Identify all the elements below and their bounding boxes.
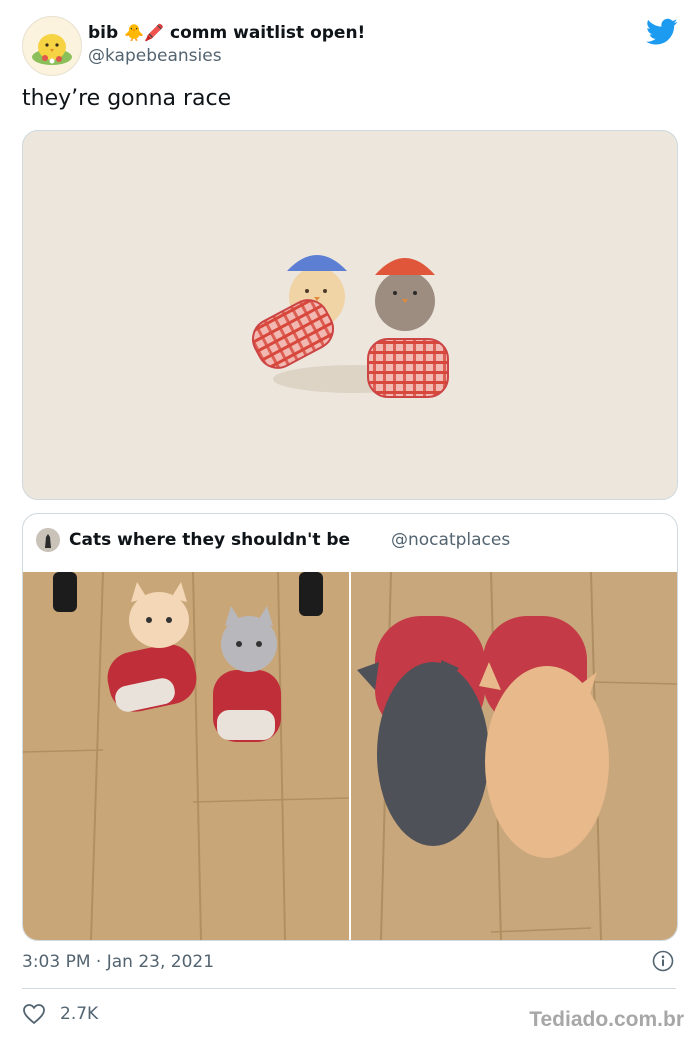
author-name-emojis: 🐥🖍️: [124, 23, 165, 42]
heart-icon[interactable]: [22, 1003, 46, 1025]
info-icon[interactable]: [652, 950, 674, 972]
quoted-photo-right[interactable]: [351, 571, 677, 940]
twitter-bird-icon[interactable]: [646, 18, 678, 46]
author-avatar[interactable]: [22, 16, 82, 76]
right-bird-drawing: [367, 258, 449, 398]
left-bird-drawing: [251, 255, 347, 369]
quoted-tweet[interactable]: Cats where they shouldn't be @nocatplace…: [22, 513, 678, 941]
author-handle[interactable]: @kapebeansies: [88, 46, 222, 66]
tweet-timestamp[interactable]: 3:03 PM · Jan 23, 2021: [22, 950, 214, 974]
author-name[interactable]: bib 🐥🖍️ comm waitlist open!: [88, 20, 365, 46]
footer-divider: [22, 988, 676, 989]
tweet-text: they’re gonna race: [22, 86, 232, 111]
author-name-end: comm waitlist open!: [170, 23, 366, 43]
author-name-start: bib: [88, 23, 119, 43]
quoted-photo-left[interactable]: [23, 571, 350, 940]
watermark: Tediado.com.br: [529, 1008, 684, 1031]
likes-count[interactable]: 2.7K: [60, 1002, 98, 1026]
quoted-author-name: Cats where they shouldn't be: [69, 530, 351, 550]
quoted-author-handle: @nocatplaces: [391, 530, 511, 550]
quoted-author-avatar: [36, 528, 60, 552]
tweet-illustration[interactable]: [22, 130, 678, 500]
